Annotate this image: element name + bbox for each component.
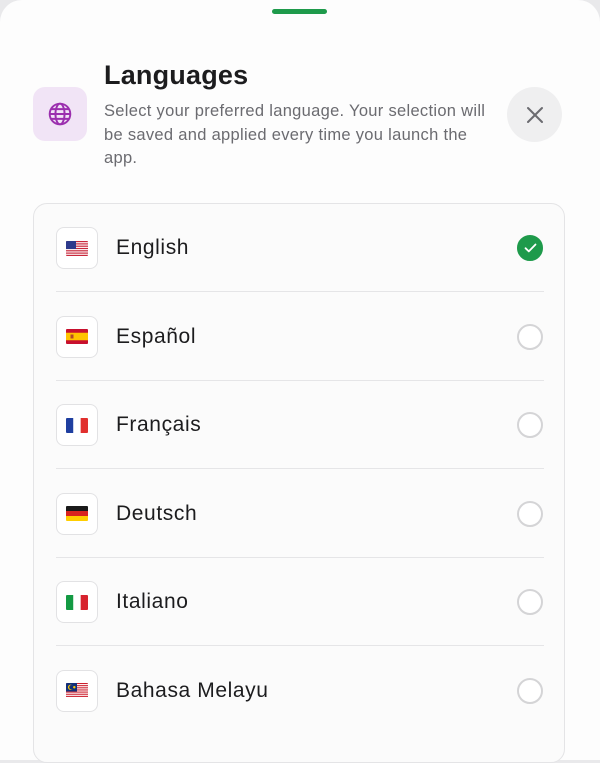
flag-container [56,492,98,535]
germany-flag-icon [66,506,88,521]
drag-handle[interactable] [272,9,327,14]
page-subtitle: Select your preferred language. Your sel… [104,102,486,167]
page-title: Languages [104,60,249,90]
malaysia-flag-icon [66,683,88,698]
flag-container [56,315,98,358]
radio-unselected[interactable] [517,589,543,615]
language-label: Français [116,413,202,436]
header-icon-badge [33,87,87,141]
language-option-bahasa-melayu[interactable]: Bahasa Melayu [56,647,544,735]
us-flag-icon [66,240,88,256]
language-label: English [116,236,190,259]
language-option-francais[interactable]: Français [56,381,544,469]
language-option-english[interactable]: English [56,204,544,292]
language-label: Bahasa Melayu [116,678,269,702]
language-label: Español [116,324,197,348]
flag-container [56,227,98,269]
language-option-italiano[interactable]: Italiano [56,558,544,646]
radio-unselected[interactable] [517,500,543,527]
flag-container [56,669,98,712]
radio-selected[interactable] [517,235,543,261]
language-bottom-sheet: Languages Select your preferred language… [0,0,600,763]
spain-flag-icon [66,329,88,344]
france-flag-icon [66,417,88,433]
radio-unselected[interactable] [517,677,543,704]
language-list: English Español Français Deutsch Italian… [33,203,565,763]
language-label: Deutsch [116,501,198,525]
language-option-espanol[interactable]: Español [56,293,544,381]
checkmark-icon [524,243,536,253]
italy-flag-icon [66,594,88,610]
close-button[interactable] [507,87,562,142]
radio-unselected[interactable] [517,412,543,438]
language-option-deutsch[interactable]: Deutsch [56,470,544,558]
flag-container [56,581,98,623]
flag-container [56,404,98,446]
globe-icon [48,102,72,126]
close-icon [526,106,543,123]
radio-unselected[interactable] [517,323,543,350]
language-label: Italiano [116,590,189,613]
